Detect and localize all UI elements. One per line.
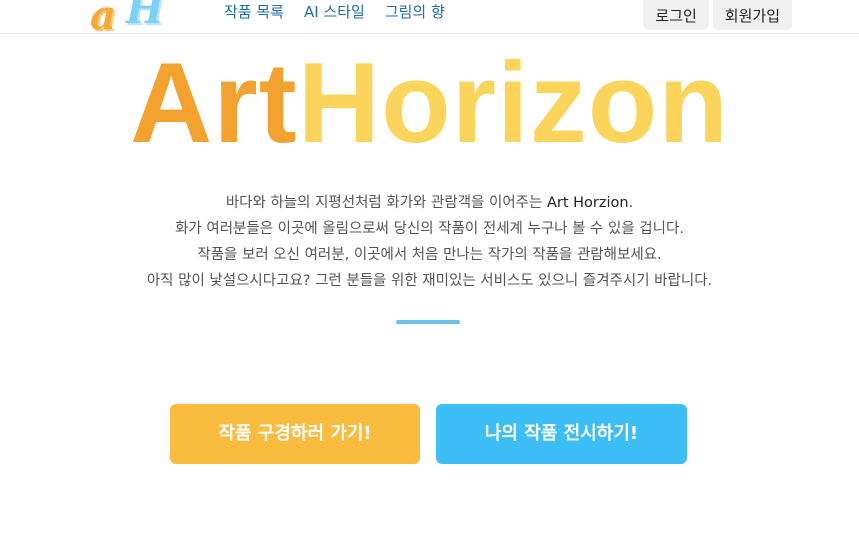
auth-buttons: 로그인 회원가입	[643, 0, 792, 30]
intro-line-1-suffix: .	[628, 195, 634, 211]
logo-letter-a: a	[90, 0, 116, 38]
intro-line-2: 화가 여러분들은 이곳에 올림으로써 당신의 작품이 전세계 누구나 볼 수 있…	[175, 221, 684, 237]
browse-artworks-button[interactable]: 작품 구경하러 가기!	[170, 404, 420, 464]
section-divider	[396, 320, 460, 324]
hero-title-horizon: Horizon	[297, 40, 729, 167]
exhibit-my-artwork-button[interactable]: 나의 작품 전시하기!	[436, 404, 687, 464]
intro-line-1-prefix: 바다와 하늘의 지평선처럼 화가와 관람객을 이어주는	[225, 195, 547, 211]
nav-link-artworks[interactable]: 작품 목록	[224, 2, 284, 22]
intro-line-3: 작품을 보러 오신 여러분, 이곳에서 처음 만나는 작가의 작품을 관람해보세…	[197, 247, 662, 263]
hero-title: ArtHorizon	[0, 42, 859, 166]
logo-letter-h: H	[126, 0, 164, 33]
brand-logo[interactable]: a H	[88, 0, 178, 38]
intro-brand-name: Art Horzion	[546, 195, 629, 211]
nav-link-ai-style[interactable]: AI 스타일	[304, 2, 365, 22]
intro-line-4: 아직 많이 낯설으시다고요? 그런 분들을 위한 재미있는 서비스도 있으니 즐…	[146, 273, 713, 289]
navbar: a H 작품 목록 AI 스타일 그림의 향 로그인 회원가입	[0, 0, 859, 36]
hero-title-art: Art	[130, 40, 298, 167]
nav-link-scent-of-painting[interactable]: 그림의 향	[385, 2, 445, 22]
login-button[interactable]: 로그인	[643, 0, 709, 30]
main-nav: 작품 목록 AI 스타일 그림의 향	[224, 2, 445, 22]
intro-line-1: 바다와 하늘의 지평선처럼 화가와 관람객을 이어주는 Art Horzion.	[0, 190, 859, 216]
signup-button[interactable]: 회원가입	[712, 0, 792, 30]
intro-text: 바다와 하늘의 지평선처럼 화가와 관람객을 이어주는 Art Horzion.…	[0, 190, 859, 294]
